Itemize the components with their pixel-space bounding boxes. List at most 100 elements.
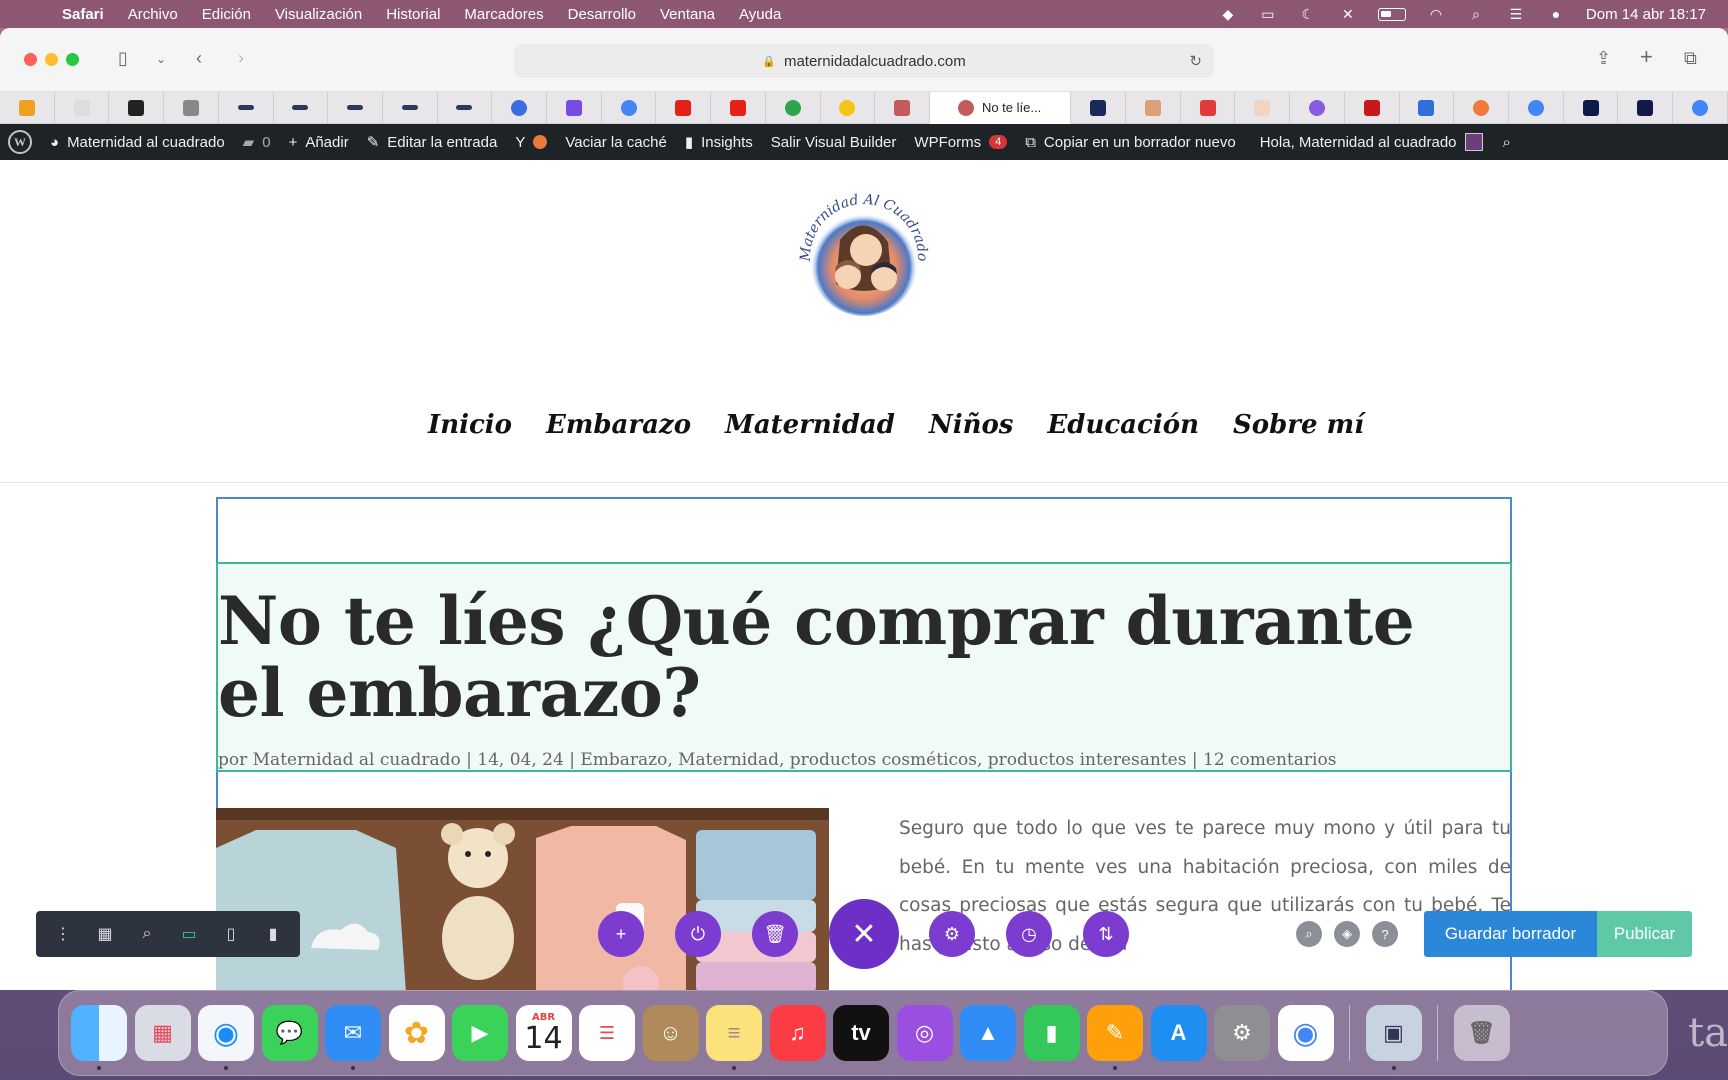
tab-favicon[interactable] [1181,91,1236,124]
help-button[interactable]: ? [1372,921,1398,947]
reload-icon[interactable]: ↻ [1189,52,1202,70]
control-center-icon[interactable]: ☰ [1506,6,1526,22]
post-featured-image[interactable] [216,808,829,990]
preview-icon[interactable]: ▣ [1365,1005,1422,1070]
system-settings-icon[interactable]: ⚙ [1214,1005,1270,1061]
menu-visualizacion[interactable]: Visualización [275,6,362,23]
new-tab-icon[interactable]: + [1640,44,1653,70]
menu-edicion[interactable]: Edición [202,6,251,23]
menu-archivo[interactable]: Archivo [128,6,178,23]
share-icon[interactable]: ⇪ [1596,48,1611,69]
page-settings-button[interactable]: ⚙ [929,911,975,957]
tab-favicon[interactable] [821,91,876,124]
dropbox-icon[interactable]: ◆ [1218,6,1238,22]
add-module-button[interactable]: + [598,911,644,957]
tab-favicon[interactable] [1618,91,1674,124]
yoast-seo-menu[interactable]: Y [515,134,548,151]
tab-favicon[interactable] [0,91,55,124]
moon-icon[interactable]: ☾ [1298,6,1318,22]
clear-cache-link[interactable]: Vaciar la caché [565,134,666,151]
address-bar[interactable]: 🔒 maternidadalcuadrado.com ↻ [514,44,1214,78]
copy-to-draft-link[interactable]: ⧉ Copiar en un borrador nuevo [1025,134,1236,151]
tab-favicon[interactable] [1564,91,1619,124]
tab-favicon[interactable] [164,91,219,124]
post-body-text[interactable]: Seguro que todo lo que ves te parece muy… [899,810,1511,964]
tab-favicon[interactable] [1235,91,1291,124]
siri-icon[interactable]: ● [1546,6,1566,22]
exit-visual-builder-link[interactable]: Salir Visual Builder [771,134,897,151]
menu-app-name[interactable]: Safari [62,6,104,23]
close-settings-button[interactable]: ✕ [829,899,899,969]
tab-favicon[interactable] [55,91,110,124]
tab-favicon[interactable] [219,91,274,124]
save-draft-button[interactable]: Guardar borrador [1424,911,1597,957]
sidebar-icon[interactable]: ▯ [118,48,128,69]
mute-icon[interactable]: ✕ [1338,6,1358,22]
minimize-window-button[interactable] [45,53,58,66]
wp-edit-post-link[interactable]: ✎ Editar la entrada [367,133,498,152]
trash-icon[interactable]: 🗑 [1453,1005,1510,1061]
numbers-icon[interactable]: ▮ [1023,1005,1080,1061]
nav-item-maternidad[interactable]: Maternidad [725,410,895,440]
wp-site-menu[interactable]: ◕ Maternidad al cuadrado [50,134,225,151]
tab-favicon[interactable] [1673,91,1728,124]
wp-comments-link[interactable]: ▰ 0 [243,133,271,152]
tab-favicon[interactable] [1345,91,1400,124]
clear-layout-button[interactable]: 🗑 [752,911,798,957]
contacts-icon[interactable]: ☺ [642,1005,699,1061]
back-icon[interactable]: ‹ [196,48,202,69]
wp-search-button[interactable]: ⌕ [1503,134,1511,151]
wp-account-menu[interactable]: Hola, Maternidad al cuadrado [1260,133,1483,151]
music-icon[interactable]: ♫ [769,1005,826,1061]
app-store-icon[interactable]: A [1150,1005,1207,1061]
nav-item-educacion[interactable]: Educación [1047,410,1199,440]
safari-icon[interactable]: ◉ [198,1005,254,1070]
tab-favicon[interactable] [274,91,329,124]
wifi-icon[interactable]: ◠ [1426,6,1446,22]
chrome-icon[interactable]: ◉ [1277,1005,1334,1061]
tab-favicon[interactable] [438,91,493,124]
tab-favicon[interactable] [711,91,766,124]
tab-favicon[interactable] [1400,91,1455,124]
apple-tv-icon[interactable]: tv [833,1005,889,1061]
spotlight-icon[interactable]: ⌕ [1466,6,1486,22]
wpforms-menu[interactable]: WPForms 4 [914,134,1008,151]
insights-link[interactable]: ▮ Insights [685,133,753,152]
phone-view-icon[interactable]: ▮ [261,924,285,944]
chevron-down-icon[interactable]: ⌄ [156,52,166,66]
launchpad-icon[interactable]: ▦ [134,1005,191,1061]
desktop-view-icon[interactable]: ▭ [177,924,201,944]
tab-favicon[interactable] [109,91,165,124]
zoom-icon[interactable]: ⌕ [135,925,159,943]
pages-icon[interactable]: ✎ [1087,1005,1143,1070]
tab-favicon[interactable] [492,91,548,124]
tab-overview-icon[interactable]: ⧉ [1684,48,1697,69]
layers-button[interactable]: ◈ [1334,921,1360,947]
tab-favicon[interactable] [1071,91,1127,124]
zoom-window-button[interactable] [66,53,79,66]
tab-favicon[interactable] [383,91,438,124]
tab-active[interactable]: No te líe... [929,91,1072,124]
tab-favicon[interactable] [656,91,712,124]
nav-item-embarazo[interactable]: Embarazo [546,410,691,440]
tab-favicon[interactable] [1509,91,1564,124]
menu-ayuda[interactable]: Ayuda [739,6,781,23]
podcasts-icon[interactable]: ◎ [896,1005,953,1061]
tab-favicon[interactable] [1126,91,1181,124]
load-layout-button[interactable]: ⏻ [675,911,721,957]
tab-favicon[interactable] [1290,91,1345,124]
photos-icon[interactable]: ✿ [388,1005,445,1061]
notes-icon[interactable]: ≡ [706,1005,762,1070]
wp-logo-menu[interactable]: W [8,130,32,154]
calendar-icon[interactable]: ABR 14 [515,1005,572,1061]
search-modules-button[interactable]: ⌕ [1296,921,1322,947]
wireframe-view-icon[interactable]: ▦ [93,924,117,944]
publish-button[interactable]: Publicar [1597,911,1692,957]
tab-favicon[interactable] [602,91,657,124]
menu-marcadores[interactable]: Marcadores [464,6,543,23]
nav-item-ninos[interactable]: Niños [929,410,1014,440]
more-vertical-icon[interactable]: ⋮ [51,924,75,944]
tab-favicon[interactable] [875,91,930,124]
keynote-icon[interactable]: ▲ [960,1005,1016,1061]
portability-button[interactable]: ⇅ [1083,911,1129,957]
